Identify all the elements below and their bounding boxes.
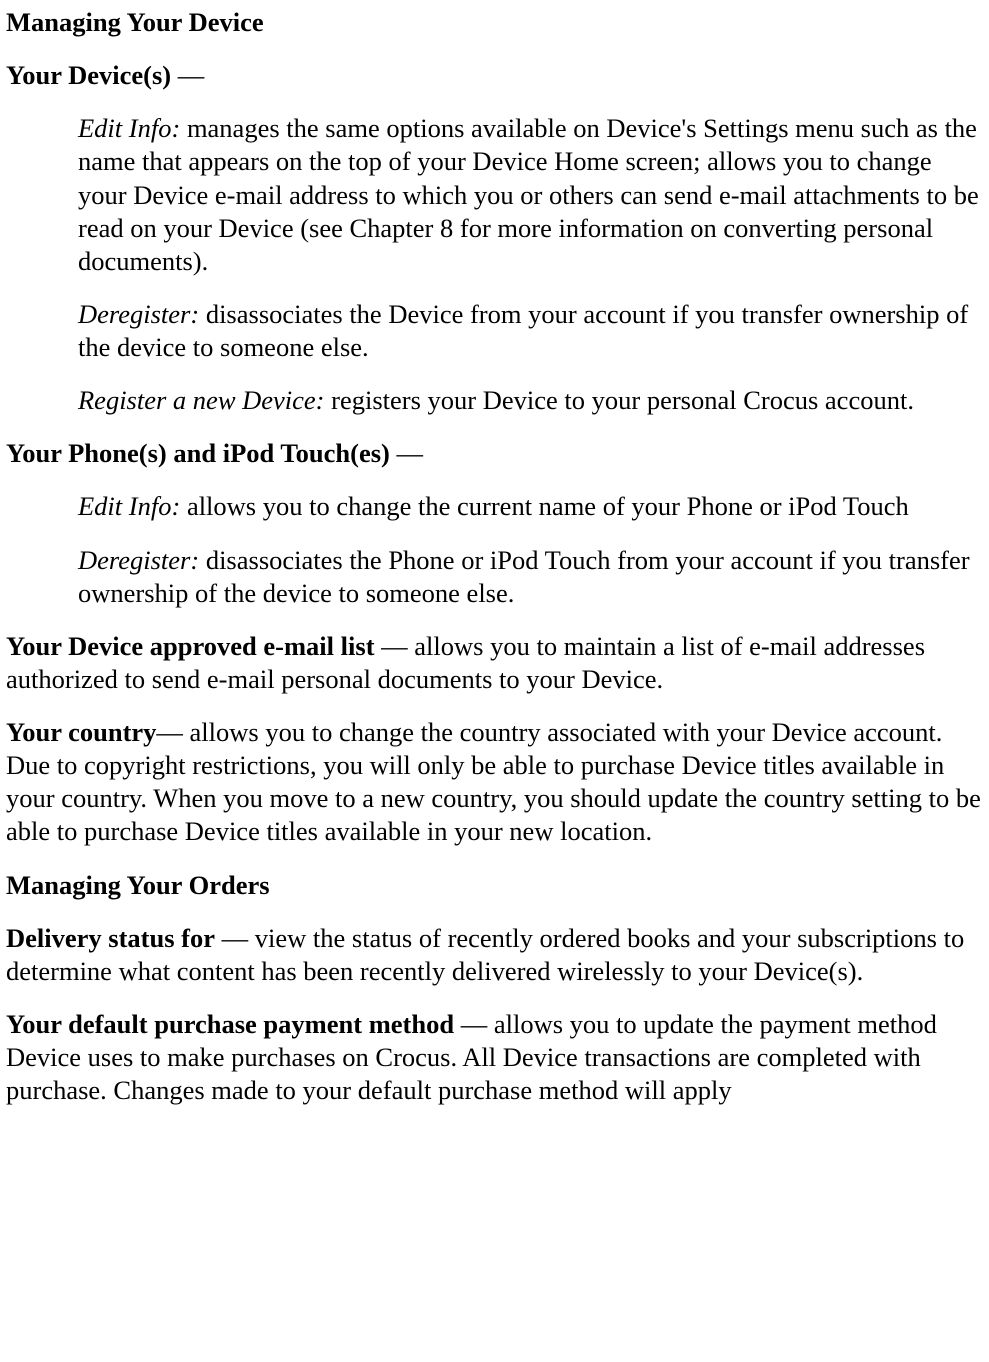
- edit-info-text: manages the same options available on De…: [78, 113, 979, 276]
- your-devices-deregister: Deregister: disassociates the Device fro…: [78, 298, 981, 364]
- your-devices-register: Register a new Device: registers your De…: [78, 384, 981, 417]
- payment-method-label: Your default purchase payment method: [6, 1009, 454, 1039]
- your-devices-label: Your Device(s): [6, 60, 171, 90]
- deregister-label: Deregister:: [78, 299, 199, 329]
- register-label: Register a new Device:: [78, 385, 325, 415]
- your-phones-deregister: Deregister: disassociates the Phone or i…: [78, 544, 981, 610]
- email-list-paragraph: Your Device approved e-mail list — allow…: [6, 630, 981, 696]
- your-devices-dash: —: [171, 60, 204, 90]
- phone-edit-info-text: allows you to change the current name of…: [180, 491, 908, 521]
- your-devices-edit-info: Edit Info: manages the same options avai…: [78, 112, 981, 278]
- delivery-status-label: Delivery status for: [6, 923, 215, 953]
- your-phones-label: Your Phone(s) and iPod Touch(es): [6, 438, 390, 468]
- heading-managing-device: Managing Your Device: [6, 6, 981, 39]
- your-phones-edit-info: Edit Info: allows you to change the curr…: [78, 490, 981, 523]
- deregister-text: disassociates the Device from your accou…: [78, 299, 968, 362]
- your-phones-dash: —: [390, 438, 423, 468]
- edit-info-label: Edit Info:: [78, 113, 180, 143]
- your-devices-line: Your Device(s) —: [6, 59, 981, 92]
- your-phones-line: Your Phone(s) and iPod Touch(es) —: [6, 437, 981, 470]
- register-text: registers your Device to your personal C…: [325, 385, 914, 415]
- delivery-status-paragraph: Delivery status for — view the status of…: [6, 922, 981, 988]
- phone-deregister-text: disassociates the Phone or iPod Touch fr…: [78, 545, 970, 608]
- your-country-paragraph: Your country— allows you to change the c…: [6, 716, 981, 849]
- your-country-label: Your country: [6, 717, 156, 747]
- heading-managing-orders: Managing Your Orders: [6, 869, 981, 902]
- phone-deregister-label: Deregister:: [78, 545, 199, 575]
- email-list-label: Your Device approved e-mail list: [6, 631, 375, 661]
- payment-method-paragraph: Your default purchase payment method — a…: [6, 1008, 981, 1107]
- phone-edit-info-label: Edit Info:: [78, 491, 180, 521]
